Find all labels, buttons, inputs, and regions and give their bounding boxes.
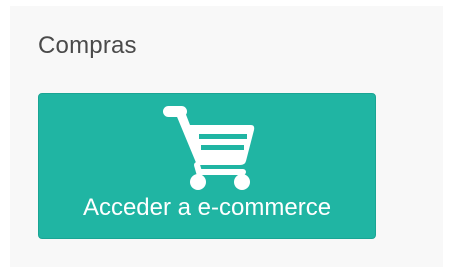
ecommerce-button[interactable]: Acceder a e-commerce [38, 93, 376, 239]
ecommerce-button-label: Acceder a e-commerce [82, 194, 332, 221]
panel-title: Compras [38, 32, 137, 59]
purchases-panel: Compras Acceder a e-commerce [10, 6, 443, 267]
shopping-cart-icon [163, 106, 255, 190]
